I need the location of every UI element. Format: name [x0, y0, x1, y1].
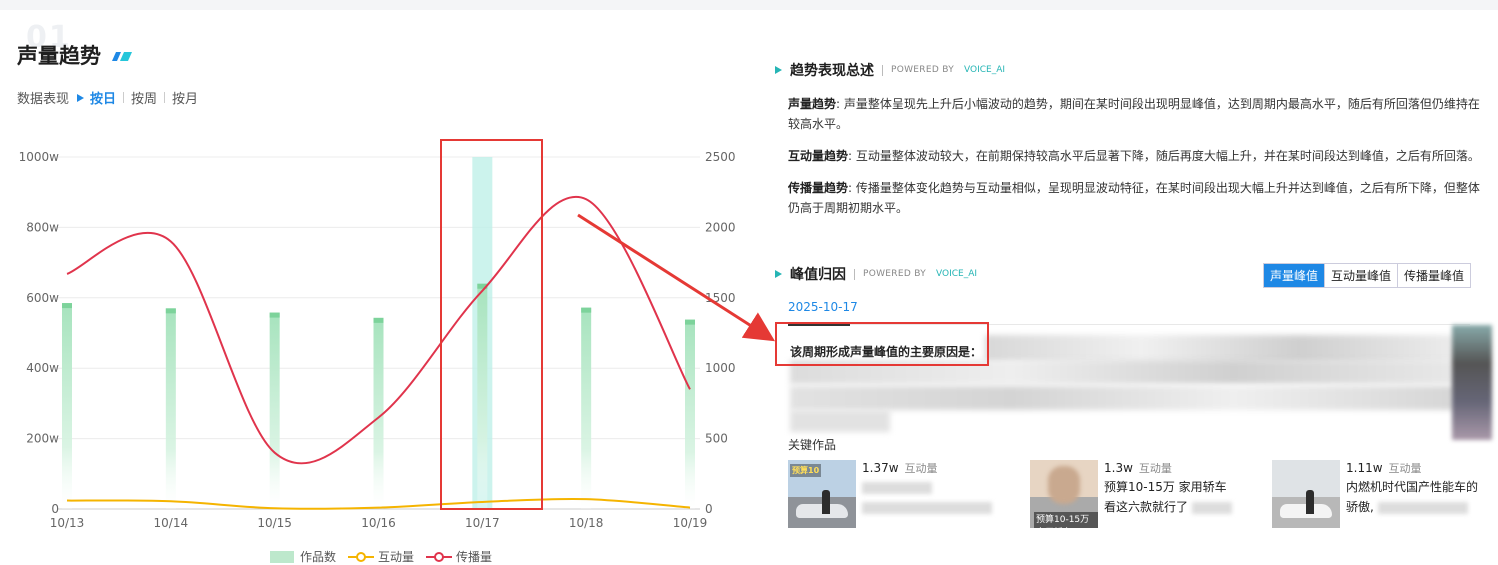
annotation-arrow-icon [577, 213, 776, 342]
